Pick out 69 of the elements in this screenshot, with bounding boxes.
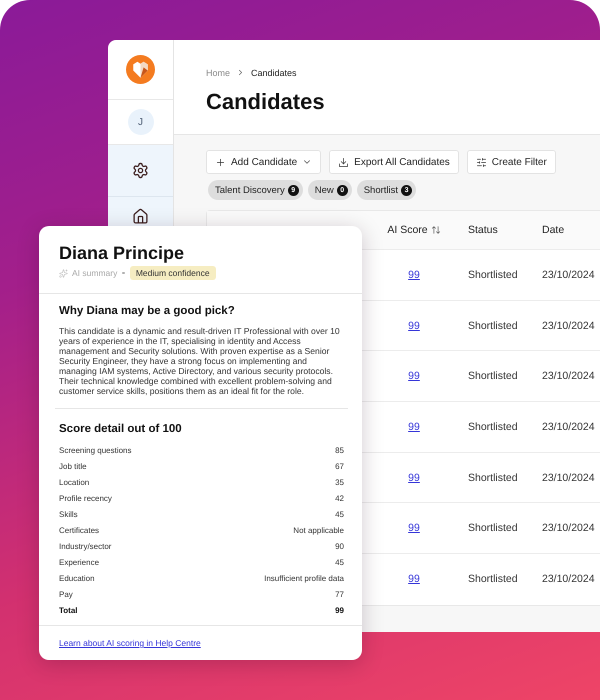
table-cell: Shortlisted: [468, 420, 518, 433]
create-filter-button[interactable]: Create Filter: [466, 150, 556, 174]
summary-paragraph: This candidate is a dynamic and result-driven IT Professional with over 10 years of experience in the IT, specialising in identity and Access management and Security solutions. With proven expertise as a Senior Security Engineer, they have a strong focus on implementing and managing IAM systems, Active Directory, and various security protocols. Their technical knowledge combined with excellent problem-solving and customer service skills, positions them as an ideal fit for the role.: [59, 326, 341, 396]
table-cell: Shortlisted: [468, 573, 518, 586]
table-cell: 23/10/2024: [542, 522, 595, 534]
table-cell: Shortlisted: [468, 472, 518, 484]
score-value: 42: [335, 494, 344, 502]
summary-source: AI summary: [72, 268, 118, 278]
score-link[interactable]: 99: [408, 573, 420, 586]
score-label: Screening questions: [59, 446, 132, 454]
score-value: 45: [335, 510, 344, 518]
score-value: Insufficient profile data: [264, 574, 344, 582]
avatar[interactable]: J: [128, 109, 154, 135]
column-header: AI Score: [387, 224, 428, 236]
table-cell: 23/10/2024: [542, 573, 595, 586]
confidence-badge: Medium confidence: [130, 266, 216, 280]
column-header: Status: [468, 224, 498, 236]
sliders-icon: [476, 156, 487, 168]
table-cell: 23/10/2024: [542, 268, 595, 281]
download-icon: [338, 156, 350, 168]
score-label: Profile recency: [59, 494, 112, 502]
home-icon: [132, 208, 149, 225]
score-value: Not applicable: [293, 526, 344, 534]
score-label: Skills: [59, 510, 78, 518]
summary-heading: Why Diana may be a good pick?: [59, 305, 235, 318]
score-label: Pay: [59, 590, 73, 598]
score-link[interactable]: 99: [408, 522, 420, 534]
add-candidate-button[interactable]: Add Candidate: [206, 150, 322, 174]
table-cell: 23/10/2024: [542, 320, 595, 332]
score-link[interactable]: 99: [408, 370, 420, 382]
total-value: 99: [335, 606, 344, 614]
score-label: Experience: [59, 558, 100, 566]
score-value: 45: [335, 558, 344, 566]
score-link[interactable]: 99: [408, 472, 420, 484]
table-cell: Shortlisted: [468, 268, 518, 281]
total-label: Total: [59, 606, 78, 614]
breadcrumb-current[interactable]: Candidates: [251, 68, 297, 78]
table-cell: Shortlisted: [468, 320, 518, 332]
plus-icon: [215, 156, 226, 168]
table-cell: Shortlisted: [468, 522, 518, 534]
score-link[interactable]: 99: [408, 420, 420, 433]
score-value: 85: [335, 446, 344, 454]
score-label: Industry/sector: [59, 542, 112, 550]
settings-nav-button[interactable]: [108, 145, 173, 197]
settings-icon: [132, 162, 149, 179]
candidate-name: Diana Principe: [59, 242, 184, 264]
table-cell: Shortlisted: [468, 370, 518, 382]
export-button[interactable]: Export All Candidates: [329, 150, 459, 174]
score-label: Certificates: [59, 526, 100, 534]
dot-icon: [122, 272, 125, 274]
score-label: Job title: [59, 462, 87, 470]
score-value: 67: [335, 462, 344, 470]
score-link[interactable]: 99: [408, 268, 420, 281]
page-title: Candidates: [206, 90, 325, 114]
app-logo: [126, 55, 155, 84]
table-cell: 23/10/2024: [542, 472, 595, 484]
score-label: Education: [59, 574, 95, 582]
help-link[interactable]: Learn about AI scoring in Help Centre: [59, 638, 201, 648]
score-value: 77: [335, 590, 344, 598]
score-label: Location: [59, 478, 90, 486]
sort-icon[interactable]: [430, 225, 441, 235]
score-value: 35: [335, 478, 344, 486]
table-cell: 23/10/2024: [542, 420, 595, 433]
score-heading: Score detail out of 100: [59, 422, 182, 436]
column-header: Date: [542, 224, 564, 236]
table-cell: 23/10/2024: [542, 370, 595, 382]
sparkle-icon: [59, 268, 68, 278]
score-value: 90: [335, 542, 344, 550]
score-link[interactable]: 99: [408, 320, 420, 332]
